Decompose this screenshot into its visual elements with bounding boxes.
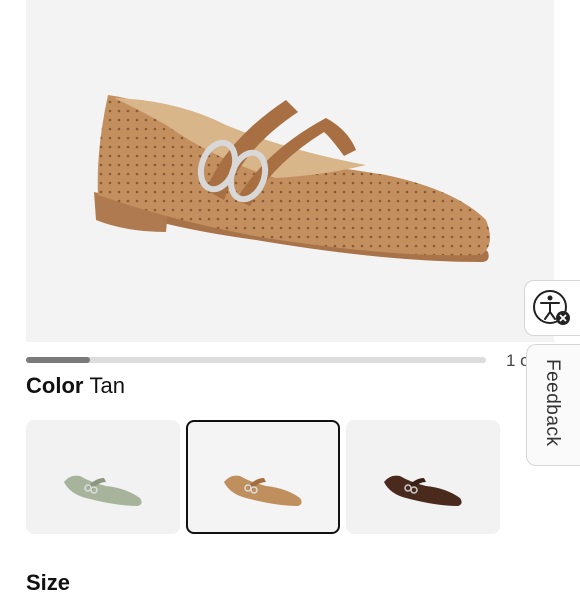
gallery-progress-fill [26, 357, 91, 363]
gallery-counter: 1 of 8 [506, 351, 528, 370]
color-label: Color [26, 373, 84, 398]
product-image-gallery[interactable] [26, 0, 554, 342]
feedback-label: Feedback [542, 359, 563, 447]
selected-color-name: Tan [89, 373, 125, 398]
sage-shoe-thumbnail [64, 475, 142, 506]
color-swatch-tan[interactable] [186, 420, 340, 534]
gallery-progress-bar[interactable] [26, 357, 486, 363]
product-image [94, 95, 490, 262]
accessibility-button[interactable] [524, 280, 580, 336]
accessibility-icon [533, 290, 570, 325]
color-swatch-brown[interactable] [346, 420, 500, 534]
tan-shoe-thumbnail [224, 475, 302, 506]
size-heading: Size [26, 570, 71, 595]
feedback-tab[interactable]: Feedback [526, 344, 580, 466]
color-swatch-sage[interactable] [26, 420, 180, 534]
color-heading: Color Tan [26, 373, 125, 399]
brown-shoe-thumbnail [384, 475, 462, 506]
